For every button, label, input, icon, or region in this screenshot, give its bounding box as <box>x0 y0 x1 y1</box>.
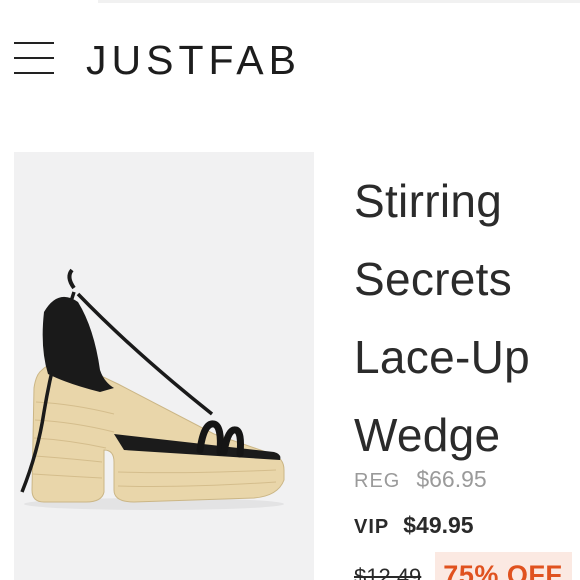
vip-price-row: VIP $49.95 <box>354 512 474 544</box>
brand-logo[interactable]: JUSTFAB <box>86 36 301 84</box>
hamburger-menu-icon[interactable] <box>14 40 54 76</box>
product-image[interactable] <box>14 152 314 580</box>
menu-bar-bottom <box>14 72 54 74</box>
reg-label: REG <box>354 470 401 492</box>
wedge-sandal-illustration <box>20 268 285 510</box>
product-title-line-1: Stirring <box>354 175 503 227</box>
sale-price-row: $12.49 75% OFF <box>354 552 573 580</box>
discount-badge: 75% OFF <box>435 552 573 580</box>
vip-label: VIP <box>354 516 390 538</box>
product-title-line-2: Secrets <box>354 253 513 305</box>
top-divider <box>98 0 580 3</box>
vip-price: $49.95 <box>403 512 474 538</box>
reg-price: $66.95 <box>416 466 487 492</box>
product-title-line-4: Wedge <box>354 409 501 461</box>
product-info: Stirring Secrets Lace-Up Wedge <box>354 162 580 474</box>
menu-bar-middle <box>14 57 54 59</box>
sale-price: $12.49 <box>354 564 422 580</box>
menu-bar-top <box>14 42 54 44</box>
regular-price-row: REG $66.95 <box>354 466 487 498</box>
ankle-knot <box>67 268 76 290</box>
product-title-line-3: Lace-Up <box>354 331 530 383</box>
